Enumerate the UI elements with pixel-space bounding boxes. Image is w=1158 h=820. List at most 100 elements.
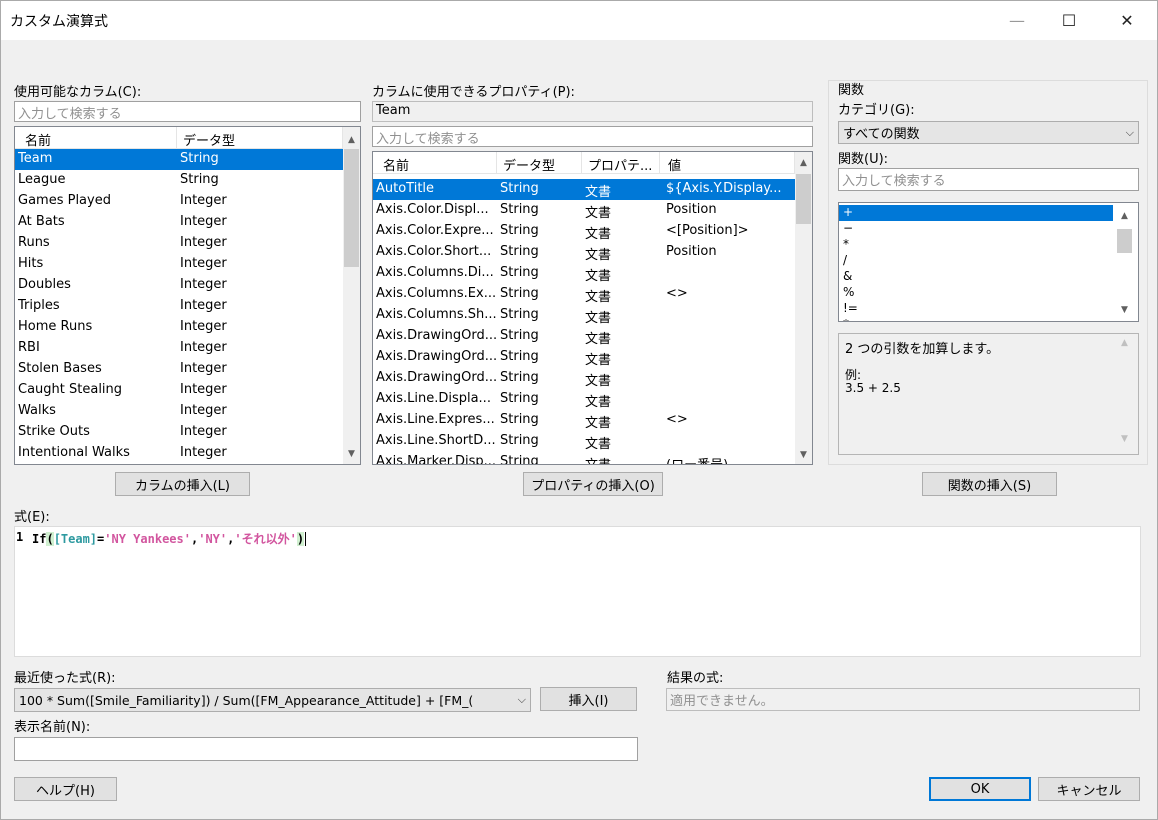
function-item[interactable]: / [839, 253, 1113, 269]
columns-list[interactable]: 名前 データ型 Team String League String Games Play… [14, 126, 361, 465]
property-value-cell: Position [666, 202, 717, 217]
table-row[interactable]: Axis.Color.Expre... String 文書 <[Position]> [373, 221, 795, 242]
column-name-cell: Strike Outs [18, 424, 90, 439]
recent-value: 100 * Sum([Smile_Familiarity]) / Sum([FM… [19, 692, 474, 708]
minimize-button[interactable]: — [994, 0, 1040, 40]
table-row[interactable]: Intentional Walks Integer [15, 443, 343, 464]
insert-property-button[interactable]: プロパティの挿入(O) [523, 472, 663, 496]
function-item[interactable]: * [839, 237, 1113, 253]
property-value-cell [660, 305, 790, 326]
table-row[interactable]: Axis.Columns.Ex... String 文書 <> [373, 284, 795, 305]
property-name-cell: Axis.Columns.Sh... [376, 307, 497, 322]
expression-label: 式(E): [14, 510, 50, 525]
table-row[interactable]: Axis.Line.ShortD... String 文書 [373, 431, 795, 452]
function-search-input[interactable]: 入力して検索する [838, 168, 1139, 191]
column-header-type[interactable]: データ型 [177, 127, 343, 148]
table-row[interactable]: Triples Integer [15, 296, 343, 317]
scroll-thumb[interactable] [344, 149, 359, 267]
scroll-down-icon[interactable]: ▼ [1116, 301, 1133, 318]
function-item-label: * [839, 317, 849, 321]
scroll-up-icon[interactable]: ▲ [343, 131, 360, 148]
column-name-cell: League [18, 172, 66, 187]
scroll-up-icon[interactable]: ▲ [1116, 207, 1133, 224]
properties-scrollbar[interactable]: ▲ ▼ [795, 152, 812, 464]
scroll-down-icon[interactable]: ▼ [795, 446, 812, 463]
table-row[interactable]: Hits Integer [15, 254, 343, 275]
table-row[interactable]: Axis.Columns.Di... String 文書 [373, 263, 795, 284]
table-row[interactable]: Axis.Line.Expres... String 文書 <> [373, 410, 795, 431]
prop-header-property[interactable]: プロパテ... [582, 152, 660, 173]
column-name-cell: Runs [18, 235, 50, 250]
column-name-cell: Team [18, 151, 53, 166]
maximize-button[interactable]: ☐ [1046, 0, 1092, 40]
category-label: カテゴリ(G): [838, 103, 915, 118]
scroll-thumb[interactable] [796, 174, 811, 224]
prop-header-name[interactable]: 名前 [373, 152, 497, 173]
property-value-cell: (ロー番号) [660, 452, 790, 464]
cancel-button[interactable]: キャンセル [1038, 777, 1140, 801]
properties-list[interactable]: 名前 データ型 プロパテ... 値 AutoTitle String 文書 ${Axi… [372, 151, 813, 465]
expression-code[interactable]: If([Team]='NY Yankees','NY','それ以外')​ [32, 530, 307, 547]
property-kind-cell: 文書 [585, 416, 612, 431]
table-row[interactable]: Axis.Line.Displa... String 文書 [373, 389, 795, 410]
category-select[interactable]: すべての関数 ⌵ [838, 121, 1139, 144]
function-item[interactable]: != [839, 301, 1113, 317]
table-row[interactable]: Caught Stealing Integer [15, 380, 343, 401]
table-row[interactable]: Walks Integer [15, 401, 343, 422]
insert-column-button[interactable]: カラムの挿入(L) [115, 472, 250, 496]
help-button[interactable]: ヘルプ(H) [14, 777, 117, 801]
table-row[interactable]: Axis.DrawingOrd... String 文書 [373, 326, 795, 347]
column-type-cell: Integer [180, 424, 227, 439]
prop-header-value[interactable]: 値 [660, 152, 795, 173]
display-name-input[interactable] [14, 737, 638, 761]
table-row[interactable]: Axis.Color.Short... String 文書 Position [373, 242, 795, 263]
table-row[interactable]: Axis.DrawingOrd... String 文書 [373, 347, 795, 368]
recent-select[interactable]: 100 * Sum([Smile_Familiarity]) / Sum([FM… [14, 688, 531, 712]
table-row[interactable]: Home Runs Integer [15, 317, 343, 338]
property-name-cell: Axis.Columns.Ex... [376, 286, 497, 301]
function-item[interactable]: * [839, 317, 1113, 321]
functions-list[interactable]: + − * / &% != * ▲ ▼ [838, 202, 1139, 322]
table-row[interactable]: Doubles Integer [15, 275, 343, 296]
table-row[interactable]: Strike Outs Integer [15, 422, 343, 443]
ok-button[interactable]: OK [929, 777, 1031, 801]
table-row[interactable]: RBI Integer [15, 338, 343, 359]
table-row[interactable]: AutoTitle String 文書 ${Axis.Y.Display... [373, 179, 795, 200]
column-name-cell: Walks [18, 403, 56, 418]
table-row[interactable]: Axis.DrawingOrd... String 文書 [373, 368, 795, 389]
function-item[interactable]: & [839, 269, 1113, 285]
column-type-cell: Integer [180, 235, 227, 250]
prop-header-type[interactable]: データ型 [497, 152, 582, 173]
expression-editor[interactable]: 1 If([Team]='NY Yankees','NY','それ以外')​ [14, 526, 1141, 657]
scroll-thumb[interactable] [1117, 229, 1132, 253]
line-number: 1 [15, 530, 27, 656]
function-item[interactable]: % [839, 285, 1113, 301]
table-row[interactable]: Axis.Columns.Sh... String 文書 [373, 305, 795, 326]
table-row[interactable]: At Bats Integer [15, 212, 343, 233]
property-value-cell [660, 368, 790, 389]
property-name-cell: AutoTitle [376, 181, 435, 196]
close-button[interactable]: ✕ [1104, 0, 1150, 40]
scroll-down-icon[interactable]: ▼ [343, 445, 360, 462]
functions-scrollbar[interactable]: ▲ ▼ [1116, 203, 1133, 321]
table-row[interactable]: Team String [15, 149, 343, 170]
columns-scrollbar[interactable]: ▲ ▼ [343, 127, 360, 464]
insert-function-button[interactable]: 関数の挿入(S) [922, 472, 1057, 496]
property-type-cell: String [500, 181, 539, 196]
table-row[interactable]: Axis.Marker.Disp...String 文書(ロー番号) [373, 452, 795, 465]
column-header-name[interactable]: 名前 [15, 127, 177, 148]
table-row[interactable]: Games Played Integer [15, 191, 343, 212]
properties-search-input[interactable]: 入力して検索する [372, 126, 813, 147]
table-row[interactable]: Axis.Color.Displ... String 文書 Position [373, 200, 795, 221]
columns-search-input[interactable]: 入力して検索する [14, 101, 361, 122]
property-type-cell: String [500, 370, 539, 385]
function-item[interactable]: − [839, 221, 1113, 237]
table-row[interactable]: Stolen Bases Integer [15, 359, 343, 380]
table-row[interactable]: Runs Integer [15, 233, 343, 254]
property-name-cell: Axis.Marker.Disp... [376, 454, 497, 465]
table-row[interactable]: League String [15, 170, 343, 191]
column-name-cell: Caught Stealing [18, 382, 123, 397]
insert-recent-button[interactable]: 挿入(I) [540, 687, 637, 711]
function-item[interactable]: + [839, 205, 1113, 221]
scroll-up-icon[interactable]: ▲ [795, 154, 812, 171]
